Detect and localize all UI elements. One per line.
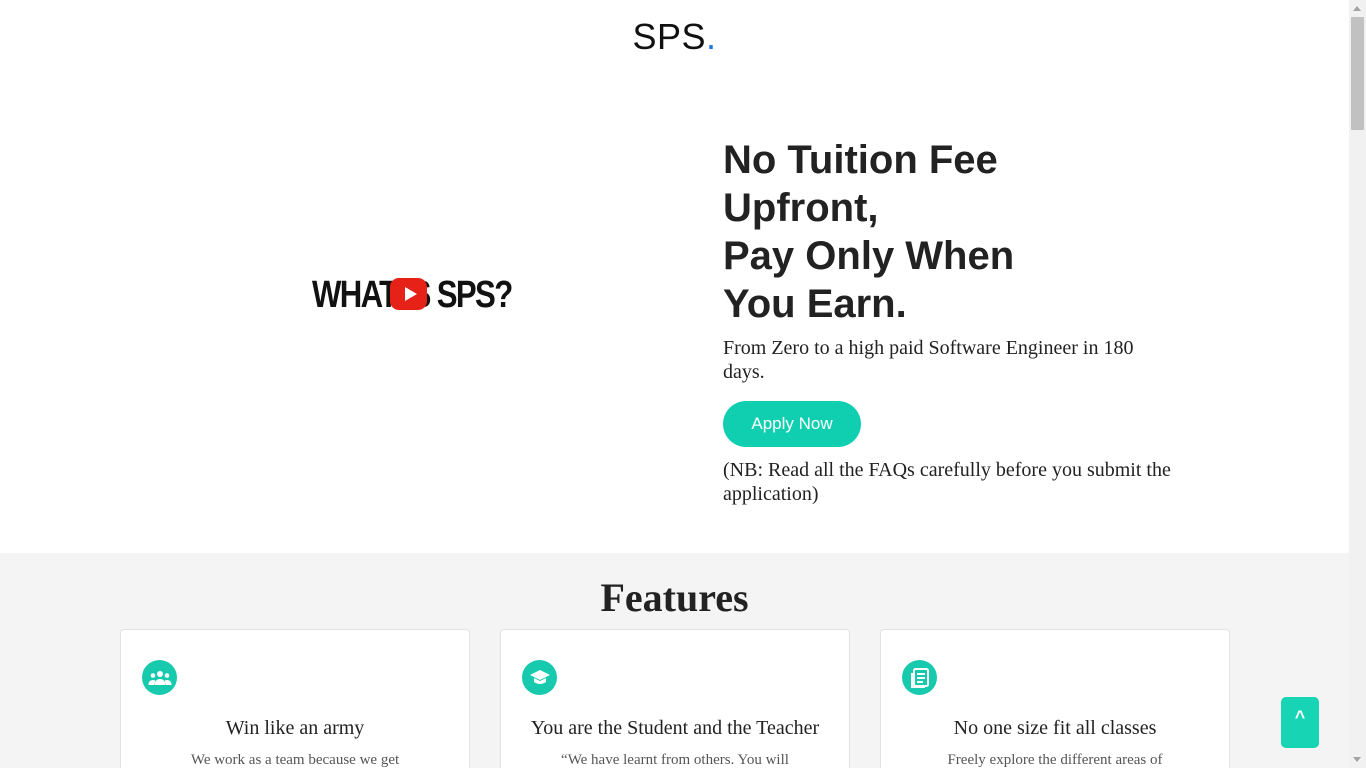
hero-subtitle: From Zero to a high paid Software Engine… — [723, 337, 1134, 383]
youtube-play-icon[interactable] — [390, 278, 427, 310]
hero-title-line: Upfront, — [723, 186, 879, 230]
hero-title-line: Pay Only When — [723, 234, 1015, 278]
feature-card-text: We work as a team because we get — [190, 752, 400, 768]
hero-title-line: You Earn. — [723, 282, 907, 326]
logo-text: SPS — [632, 16, 707, 57]
hero-title: No Tuition Fee Upfront, Pay Only When Yo… — [723, 136, 1143, 328]
scrollbar-thumb[interactable] — [1351, 17, 1364, 130]
feature-card-title: No one size fit all classes — [953, 717, 1157, 739]
features-section: Features Win like an army We work as a t… — [0, 553, 1349, 768]
logo-dot: . — [706, 16, 717, 57]
feature-card-title: You are the Student and the Teacher — [530, 717, 820, 739]
scroll-up-arrow-icon[interactable] — [1353, 6, 1361, 11]
scroll-down-arrow-icon[interactable] — [1353, 757, 1361, 762]
feature-card-title: Win like an army — [225, 717, 365, 739]
apply-now-button[interactable]: Apply Now — [723, 401, 861, 447]
feature-card-text: Freely explore the different areas of — [947, 752, 1163, 768]
graduation-cap-icon — [522, 660, 557, 695]
team-icon — [142, 660, 177, 695]
article-icon — [902, 660, 937, 695]
feature-card-text: “We have learnt from others. You will — [561, 752, 789, 768]
vertical-scrollbar[interactable] — [1349, 0, 1366, 768]
features-title: Features — [600, 575, 749, 620]
hero-title-line: No Tuition Fee — [723, 138, 998, 182]
site-logo[interactable]: SPS. — [0, 16, 1349, 58]
feature-card: You are the Student and the Teacher “We … — [500, 629, 850, 768]
feature-card: No one size fit all classes Freely explo… — [880, 629, 1230, 768]
feature-card: Win like an army We work as a team becau… — [120, 629, 470, 768]
page: SPS. WHAT IS SPS? No Tuition Fee Upfront… — [0, 0, 1349, 768]
back-to-top-button[interactable]: ^ — [1281, 697, 1319, 748]
faq-note: (NB: Read all the FAQs carefully before … — [723, 459, 1171, 505]
video-thumbnail[interactable]: WHAT IS SPS? — [312, 273, 513, 317]
